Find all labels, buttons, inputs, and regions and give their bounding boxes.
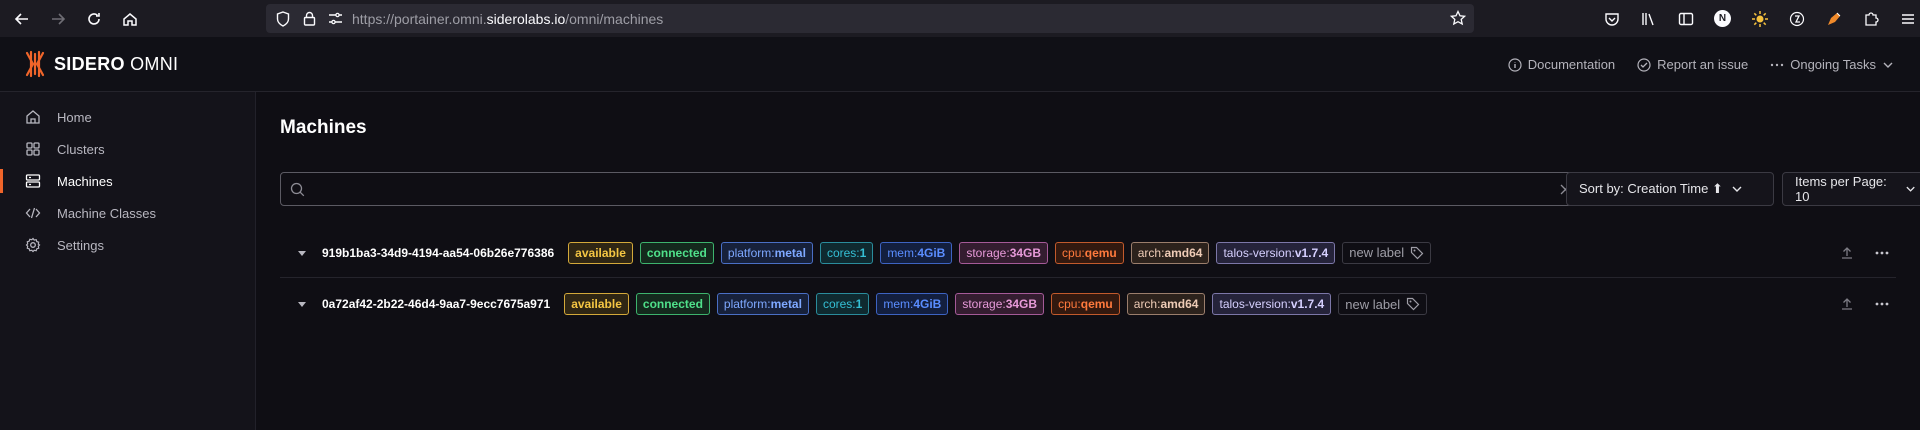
pocket-icon[interactable]	[1593, 0, 1630, 37]
logo-text: SIDERO OMNI	[54, 53, 179, 74]
label-talos-version[interactable]: talos-version: v1.7.4	[1212, 293, 1332, 315]
shield-icon[interactable]	[270, 10, 296, 27]
label-available[interactable]: available	[568, 241, 633, 264]
more-options-icon[interactable]	[1874, 245, 1890, 261]
chevron-down-icon	[1732, 186, 1742, 192]
label-connected[interactable]: connected	[639, 241, 714, 264]
search-box[interactable]	[280, 172, 1582, 206]
profile-avatar-icon[interactable]: N	[1704, 0, 1741, 37]
machine-row[interactable]: 919b1ba3-34d9-4194-aa54-06b26e776386 ava…	[280, 228, 1896, 278]
code-icon	[25, 207, 41, 219]
label-mem[interactable]: mem: 4GiB	[880, 241, 953, 264]
hamburger-menu-icon[interactable]	[1889, 0, 1920, 37]
label-platform[interactable]: platform: metal	[716, 293, 809, 315]
server-icon	[25, 174, 41, 188]
check-circle-icon	[1637, 57, 1651, 72]
tag-icon	[1407, 297, 1420, 311]
home-nav-icon[interactable]	[112, 0, 148, 37]
app-header: SIDERO OMNI Documentation Report an issu…	[0, 37, 1920, 92]
label-available[interactable]: available	[564, 293, 629, 315]
label-platform[interactable]: platform: metal	[720, 241, 813, 264]
bookmark-star-icon[interactable]	[1449, 9, 1467, 31]
label-storage[interactable]: storage: 34GB	[959, 241, 1049, 264]
rocket-extension-icon[interactable]	[1815, 0, 1852, 37]
documentation-link[interactable]: Documentation	[1508, 57, 1615, 72]
upload-icon[interactable]	[1840, 246, 1854, 260]
search-icon	[290, 182, 305, 197]
label-mem[interactable]: mem: 4GiB	[876, 293, 949, 315]
search-input[interactable]	[313, 181, 1560, 197]
machine-labels: available connected platform: metal cores…	[568, 241, 1432, 264]
back-icon[interactable]	[4, 0, 40, 37]
new-label-button[interactable]: new label	[1338, 293, 1428, 315]
forward-icon[interactable]	[40, 0, 76, 37]
url-bar[interactable]: https://portainer.omni.siderolabs.io/omn…	[266, 4, 1474, 33]
ongoing-tasks-button[interactable]: Ongoing Tasks	[1770, 57, 1894, 72]
sun-extension-icon[interactable]	[1741, 0, 1778, 37]
label-arch[interactable]: arch: amd64	[1126, 293, 1206, 315]
more-options-icon[interactable]	[1874, 296, 1890, 312]
header-links: Documentation Report an issue Ongoing Ta…	[1508, 37, 1894, 92]
sidebar-toggle-icon[interactable]	[1667, 0, 1704, 37]
url-text[interactable]: https://portainer.omni.siderolabs.io/omn…	[352, 11, 663, 27]
gear-icon	[25, 237, 41, 253]
sidebar-item-clusters[interactable]: Clusters	[0, 133, 255, 165]
lock-icon[interactable]	[296, 11, 322, 26]
machine-id[interactable]: 919b1ba3-34d9-4194-aa54-06b26e776386	[322, 246, 554, 260]
items-per-page-select[interactable]: Items per Page: 10	[1782, 172, 1920, 206]
expand-caret-icon[interactable]	[290, 299, 314, 309]
label-cpu[interactable]: cpu: qemu	[1055, 241, 1124, 264]
permissions-icon[interactable]	[322, 12, 348, 25]
row-actions	[1840, 245, 1890, 261]
library-icon[interactable]	[1630, 0, 1667, 37]
home-icon	[26, 110, 40, 124]
label-cores[interactable]: cores: 1	[819, 241, 874, 264]
machine-row[interactable]: 0a72af42-2b22-46d4-9aa7-9ecc7675a971 ava…	[280, 279, 1896, 329]
sort-by-select[interactable]: Sort by: Creation Time ⬆	[1566, 172, 1774, 206]
grid-icon	[26, 142, 40, 156]
browser-extensions: N	[1593, 0, 1920, 37]
machine-id[interactable]: 0a72af42-2b22-46d4-9aa7-9ecc7675a971	[322, 297, 550, 311]
sidebar-item-home[interactable]: Home	[0, 101, 255, 133]
upload-icon[interactable]	[1840, 297, 1854, 311]
chevron-down-icon	[1883, 62, 1893, 68]
label-connected[interactable]: connected	[635, 293, 710, 315]
tag-icon	[1411, 246, 1424, 259]
sidebar-item-settings[interactable]: Settings	[0, 229, 255, 261]
page-title: Machines	[280, 117, 367, 138]
script-extension-icon[interactable]	[1778, 0, 1815, 37]
label-cpu[interactable]: cpu: qemu	[1051, 293, 1120, 315]
new-label-button[interactable]: new label	[1342, 241, 1432, 264]
sidebar-item-machines[interactable]: Machines	[0, 165, 255, 197]
sidero-logo-icon	[25, 50, 45, 78]
browser-toolbar: https://portainer.omni.siderolabs.io/omn…	[0, 0, 1920, 37]
reload-icon[interactable]	[76, 0, 112, 37]
expand-caret-icon[interactable]	[290, 248, 314, 258]
chevron-down-icon	[1906, 186, 1915, 192]
more-horizontal-icon	[1771, 63, 1784, 66]
info-icon	[1508, 57, 1522, 72]
report-issue-link[interactable]: Report an issue	[1637, 57, 1748, 72]
main-content: Machines Sort by: Creation Time ⬆ Items …	[256, 92, 1920, 430]
label-arch[interactable]: arch: amd64	[1130, 241, 1210, 264]
label-cores[interactable]: cores: 1	[815, 293, 870, 315]
extensions-puzzle-icon[interactable]	[1852, 0, 1889, 37]
label-storage[interactable]: storage: 34GB	[955, 293, 1045, 315]
row-actions	[1840, 296, 1890, 312]
sidebar: Home Clusters Machines Machine Classes S…	[0, 92, 256, 430]
sidebar-item-machine-classes[interactable]: Machine Classes	[0, 197, 255, 229]
label-talos-version[interactable]: talos-version: v1.7.4	[1216, 241, 1336, 264]
machine-labels: available connected platform: metal cores…	[564, 293, 1428, 315]
omni-logo[interactable]: SIDERO OMNI	[22, 50, 178, 78]
